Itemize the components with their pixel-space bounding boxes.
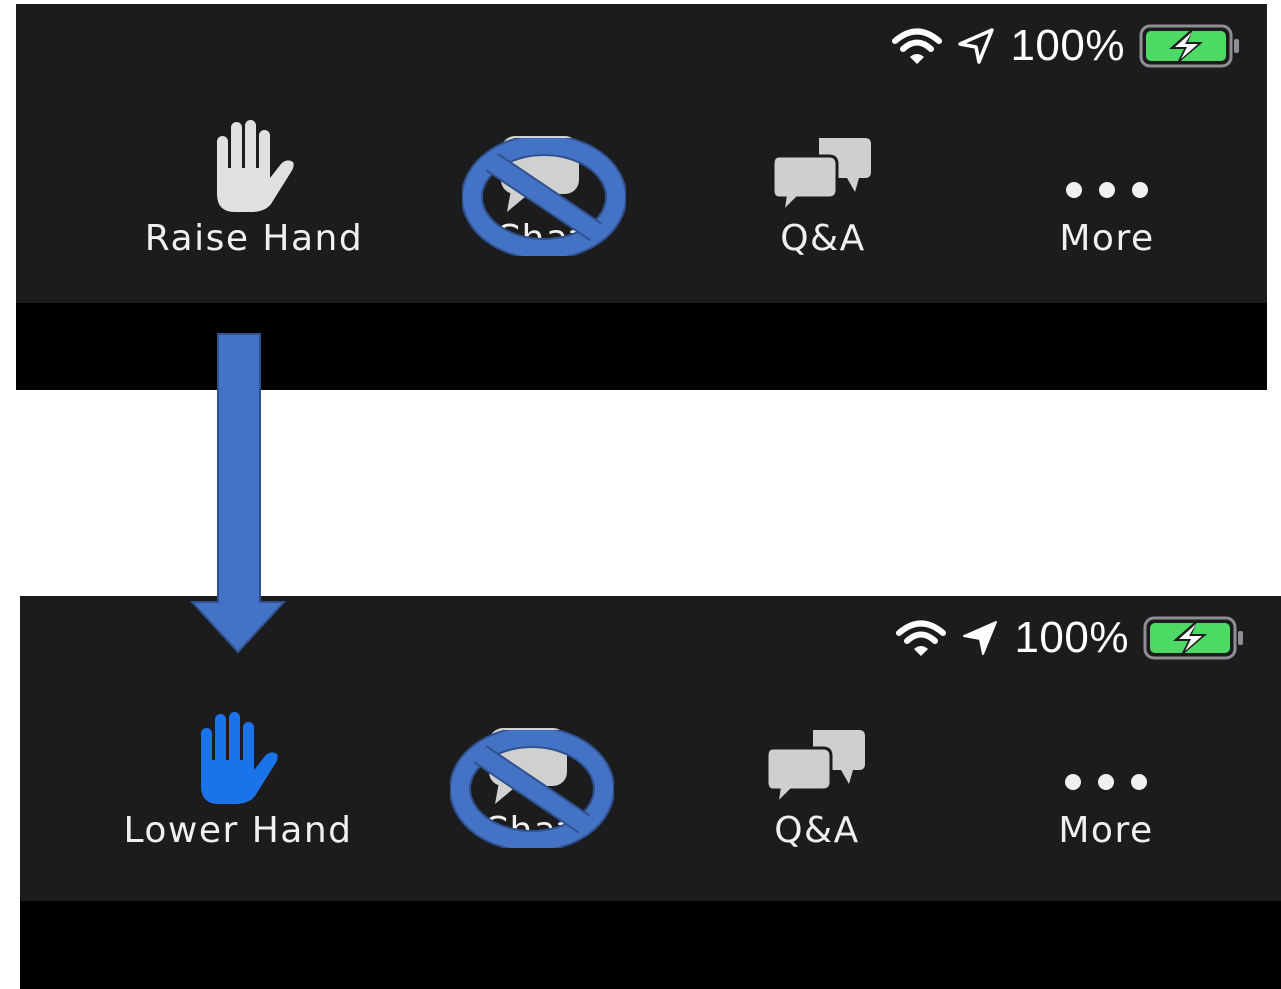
meeting-toolbar: 100% xyxy=(16,4,1267,303)
raise-hand-button[interactable]: Raise Hand xyxy=(134,114,374,274)
ellipsis-icon xyxy=(1066,182,1148,198)
location-icon xyxy=(956,26,996,66)
button-label: Q&A xyxy=(774,810,860,851)
more-button[interactable]: More xyxy=(986,706,1226,866)
qa-bubbles-icon xyxy=(773,138,871,214)
button-label: More xyxy=(1058,810,1154,851)
battery-percentage: 100% xyxy=(1010,21,1125,70)
button-label: Q&A xyxy=(780,218,866,259)
more-button[interactable]: More xyxy=(987,114,1227,274)
blocked-symbol xyxy=(462,138,626,256)
status-bar: 100% xyxy=(896,608,1247,668)
lower-hand-button[interactable]: Lower Hand xyxy=(118,706,358,866)
toolbar-panel-after: 100% Lower Hand Chat Q&A More xyxy=(20,596,1281,989)
hand-icon xyxy=(201,712,278,804)
battery-percentage: 100% xyxy=(1014,613,1129,662)
wifi-icon xyxy=(892,26,943,66)
down-arrow xyxy=(190,333,286,654)
qa-bubbles-icon xyxy=(767,730,865,806)
battery-charging-icon xyxy=(1139,23,1243,69)
status-bar: 100% xyxy=(892,16,1243,76)
qa-button[interactable]: Q&A xyxy=(703,114,943,274)
hand-icon xyxy=(217,120,294,212)
button-label: Raise Hand xyxy=(144,218,364,259)
button-label: More xyxy=(1059,218,1155,259)
blocked-symbol xyxy=(450,730,614,848)
battery-charging-icon xyxy=(1143,615,1247,661)
qa-button[interactable]: Q&A xyxy=(697,706,937,866)
wifi-icon xyxy=(896,618,947,658)
button-label: Lower Hand xyxy=(123,810,353,851)
ellipsis-icon xyxy=(1065,774,1147,790)
location-icon xyxy=(960,618,1000,658)
